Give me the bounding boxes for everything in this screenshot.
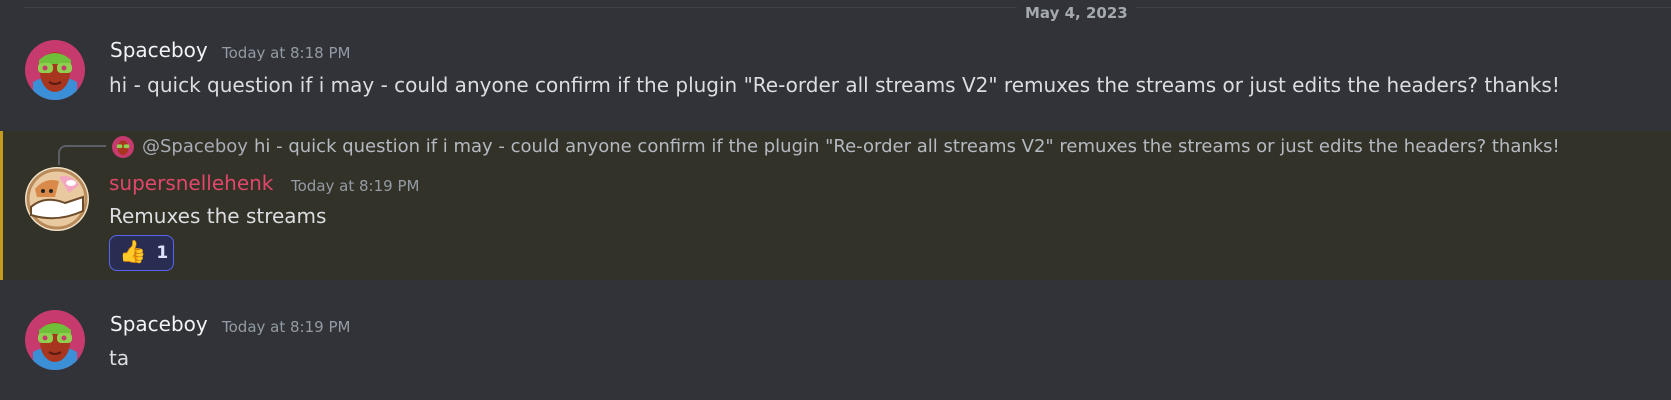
reply-avatar[interactable] (112, 136, 134, 158)
date-divider: May 4, 2023 (24, 5, 1671, 21)
reply-connector (58, 145, 106, 165)
reply-preview-text[interactable]: hi - quick question if i may - could any… (254, 135, 1560, 159)
username[interactable]: supersnellehenk (109, 171, 273, 195)
avatar-spaceboy[interactable] (25, 40, 85, 100)
reaction-count: 1 (156, 243, 169, 263)
avatar-image (25, 167, 89, 231)
message[interactable]: Spaceboy Today at 8:19 PM ta (0, 300, 1671, 390)
message-content: ta (109, 346, 130, 370)
username[interactable]: Spaceboy (110, 312, 208, 336)
message-highlighted[interactable]: @Spaceboy hi - quick question if i may -… (0, 131, 1671, 280)
avatar-spaceboy[interactable] (25, 310, 85, 370)
avatar-image (25, 310, 85, 370)
reaction-button[interactable]: 👍 1 (109, 235, 174, 271)
message-content: hi - quick question if i may - could any… (109, 73, 1560, 97)
thumbs-up-icon: 👍 (119, 240, 147, 265)
message-timestamp[interactable]: Today at 8:19 PM (291, 176, 419, 196)
message-timestamp[interactable]: Today at 8:19 PM (222, 317, 350, 337)
avatar-supersnellehenk[interactable] (25, 167, 89, 231)
date-divider-label: May 4, 2023 (1017, 5, 1136, 21)
reply-mention[interactable]: @Spaceboy (142, 135, 248, 159)
message[interactable]: Spaceboy Today at 8:18 PM hi - quick que… (0, 28, 1671, 118)
avatar-image (25, 40, 85, 100)
chat-messages: May 4, 2023 Spaceboy Today at 8:18 PM hi… (0, 0, 1671, 400)
reply-avatar-image (112, 136, 134, 158)
username[interactable]: Spaceboy (110, 38, 208, 62)
message-timestamp[interactable]: Today at 8:18 PM (222, 43, 350, 63)
message-content: Remuxes the streams (109, 204, 327, 228)
